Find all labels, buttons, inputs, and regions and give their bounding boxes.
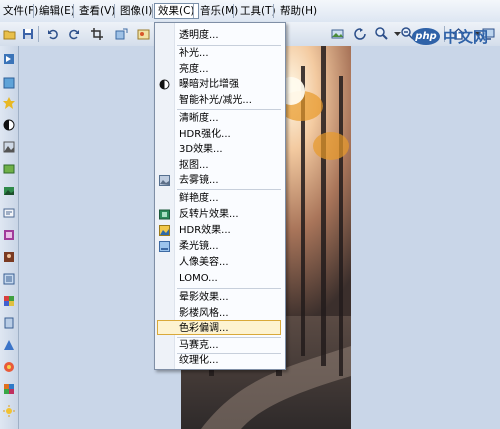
menu-image[interactable]: 图像(I) [117, 4, 155, 18]
frame-tool-icon[interactable] [2, 76, 15, 89]
menu-separator [33, 4, 34, 18]
menu-item-vibrance[interactable]: 鲜艳度... [155, 191, 285, 206]
menu-view[interactable]: 查看(V) [76, 4, 118, 18]
menu-item-cutout[interactable]: 抠图... [155, 158, 285, 173]
triangle-tool-icon[interactable] [2, 338, 15, 351]
watermark-badge: php [412, 27, 440, 45]
menu-help[interactable]: 帮助(H) [277, 4, 320, 18]
clipboard-tool-icon[interactable] [2, 316, 15, 329]
menu-separator [233, 4, 234, 18]
left-toolbar [0, 46, 19, 429]
redo-icon[interactable] [66, 26, 81, 41]
menu-effects[interactable]: 效果(C) [154, 3, 199, 19]
hdr-icon [159, 225, 170, 236]
sun-tool-icon[interactable] [2, 404, 15, 417]
border-tool-icon[interactable] [2, 228, 15, 241]
zoom-in-icon[interactable] [374, 26, 389, 41]
filter-tool-icon[interactable] [2, 272, 15, 285]
menu-bar: 文件(F) 编辑(E) 查看(V) 图像(I) 效果(C) 音乐(M) 工具(T… [0, 0, 500, 23]
menu-item-sharpness[interactable]: 清晰度... [155, 111, 285, 126]
menu-item-hdr-enhance[interactable]: HDR强化... [155, 127, 285, 142]
star-tool-icon[interactable] [2, 96, 15, 109]
levels-tool-icon[interactable] [2, 140, 15, 153]
landscape-tool-icon[interactable] [2, 184, 15, 197]
save-icon[interactable] [20, 26, 35, 41]
batch-icon[interactable] [136, 26, 151, 41]
palette-tool-icon[interactable] [2, 294, 15, 307]
menu-music[interactable]: 音乐(M) [197, 4, 241, 18]
menu-separator [273, 4, 274, 18]
menu-divider [177, 288, 281, 289]
menu-item-texture[interactable]: 纹理化... [155, 353, 285, 368]
menu-item-fill-light[interactable]: 补光... [155, 46, 285, 61]
effects-dropdown-menu: 透明度... 补光... 亮度... 曝暗对比增强 智能补光/减光... 清晰度… [154, 22, 286, 370]
menu-item-3d-effect[interactable]: 3D效果... [155, 142, 285, 157]
undo-icon[interactable] [45, 26, 60, 41]
contrast-icon [159, 79, 170, 90]
select-tool-icon[interactable] [2, 52, 15, 65]
soft-light-icon [159, 241, 170, 252]
menu-separator [193, 4, 194, 18]
menu-separator [152, 4, 153, 18]
watermark-text: 中文网 [443, 27, 489, 46]
menu-divider [177, 109, 281, 110]
menu-item-reversal-film[interactable]: 反转片效果... [155, 207, 285, 222]
php-watermark-logo: php 中文网 [412, 25, 488, 47]
menu-item-smart-light[interactable]: 智能补光/减光... [155, 93, 285, 108]
contrast-tool-icon[interactable] [2, 118, 15, 131]
menu-edit[interactable]: 编辑(E) [36, 4, 78, 18]
open-folder-icon[interactable] [2, 26, 17, 41]
menu-item-dark-contrast[interactable]: 曝暗对比增强 [155, 77, 285, 92]
menu-item-color-cast[interactable]: 色彩偏调... [155, 320, 285, 336]
mosaic-tool-icon[interactable] [2, 382, 15, 395]
film-icon [159, 209, 170, 220]
menu-item-brightness[interactable]: 亮度... [155, 62, 285, 77]
menu-separator [114, 4, 115, 18]
defog-icon [159, 175, 170, 186]
menu-separator [73, 4, 74, 18]
portrait-tool-icon[interactable] [2, 250, 15, 263]
menu-item-studio-style[interactable]: 影楼风格... [155, 306, 285, 321]
resize-icon[interactable] [114, 26, 129, 41]
preview-icon[interactable] [330, 26, 345, 41]
menu-item-portrait-beauty[interactable]: 人像美容... [155, 255, 285, 270]
crop-icon[interactable] [89, 26, 104, 41]
menu-item-transparency[interactable]: 透明度... [155, 28, 285, 43]
text-tool-icon[interactable] [2, 206, 15, 219]
picture-tool-icon[interactable] [2, 162, 15, 175]
menu-item-hdr-effect[interactable]: HDR效果... [155, 223, 285, 238]
menu-item-mosaic[interactable]: 马赛克... [155, 338, 285, 353]
toolbar-divider [38, 26, 39, 42]
rotate-icon[interactable] [352, 26, 367, 41]
menu-item-vignette[interactable]: 晕影效果... [155, 290, 285, 305]
color-tool-icon[interactable] [2, 360, 15, 373]
menu-item-lomo[interactable]: LOMO... [155, 271, 285, 286]
menu-divider [177, 189, 281, 190]
menu-item-soft-light[interactable]: 柔光镜... [155, 239, 285, 254]
menu-item-defog[interactable]: 去雾镜... [155, 173, 285, 188]
